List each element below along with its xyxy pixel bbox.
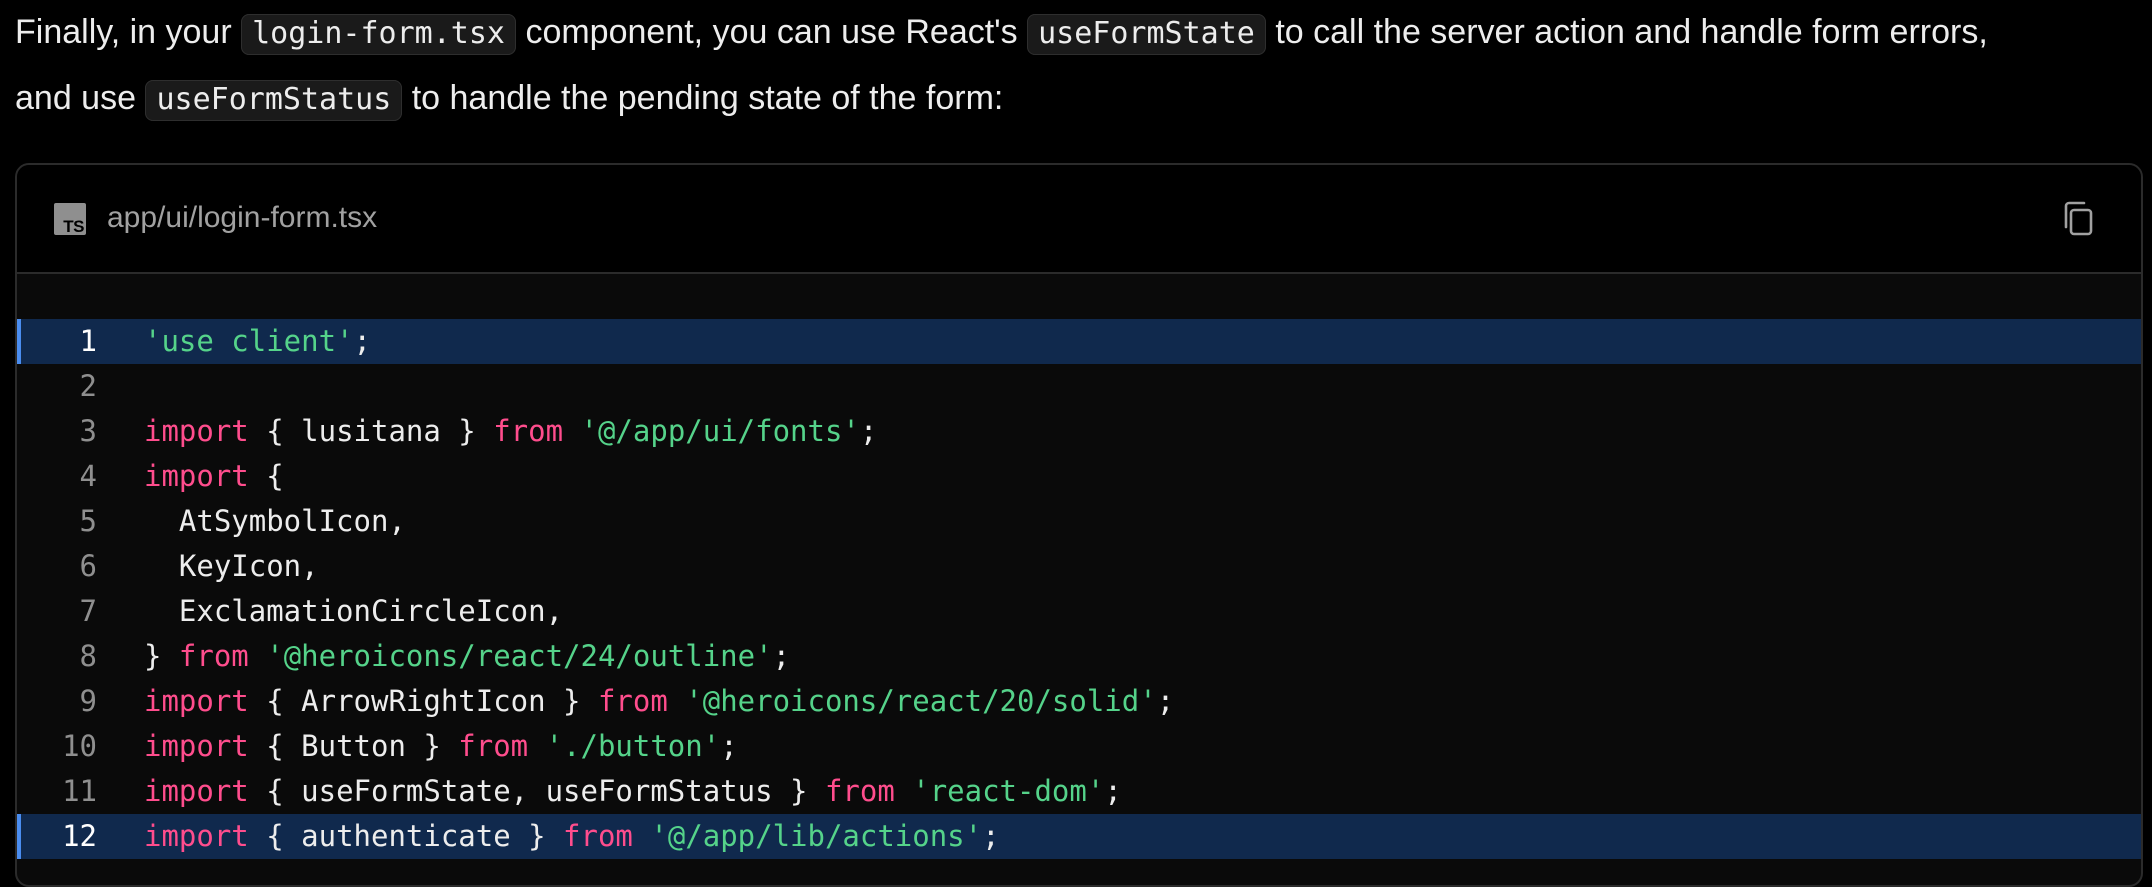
line-number: 10 [62, 729, 97, 763]
line-number: 11 [62, 774, 97, 808]
code-line: 4 import { [17, 454, 2141, 499]
code-text: { authenticate } [248, 819, 564, 853]
code-line: 2 [17, 364, 2141, 409]
code-line: 3 import { lusitana } from '@/app/ui/font… [17, 409, 2141, 454]
code-string: '@/app/lib/actions' [650, 819, 983, 853]
code-keyword: from [563, 819, 633, 853]
code-line: 5 AtSymbolIcon, [17, 499, 2141, 544]
line-source: AtSymbolIcon, [144, 499, 406, 544]
code-keyword: from [178, 639, 249, 673]
line-number: 5 [79, 504, 97, 538]
line-number: 8 [79, 639, 97, 673]
prose-text: Finally, in your [15, 13, 242, 51]
code-text: { lusitana } [248, 414, 494, 448]
code-text: { useFormState, useFormStatus } [248, 774, 825, 808]
prose-paragraph: Finally, in your login-form.tsx componen… [15, 0, 2140, 132]
code-string: 'use client' [144, 324, 354, 358]
line-source: import { Button } from './button'; [144, 724, 738, 769]
code-keyword: from [824, 774, 895, 808]
code-block-header: TS app/ui/login-form.tsx [17, 165, 2141, 274]
code-line-highlighted: 12 import { authenticate } from '@/app/li… [17, 814, 2141, 859]
line-number: 1 [79, 324, 97, 358]
copy-code-button[interactable] [2059, 199, 2099, 239]
line-source: } from '@heroicons/react/24/outline'; [144, 634, 790, 679]
code-text: { ArrowRightIcon } [248, 684, 598, 718]
line-source: import { useFormState, useFormStatus } f… [144, 769, 1122, 814]
prose-text: to call the server action and handle for… [1265, 13, 1988, 51]
line-number: 2 [79, 369, 97, 403]
prose-line-1: Finally, in your login-form.tsx componen… [15, 0, 2140, 66]
code-keyword: from [597, 684, 668, 718]
code-keyword: import [144, 684, 249, 718]
typescript-badge-label: TS [63, 217, 84, 236]
code-text: ; [720, 729, 738, 763]
line-source: import { [144, 454, 284, 499]
line-source: 'use client'; [144, 319, 371, 364]
typescript-file-icon: TS [54, 203, 86, 235]
inline-code: useFormState [1027, 14, 1266, 55]
line-number: 12 [62, 819, 97, 853]
code-text: ; [982, 819, 1000, 853]
code-filename: app/ui/login-form.tsx [107, 201, 378, 234]
code-text: ; [859, 414, 878, 448]
code-string: '@heroicons/react/24/outline' [266, 639, 773, 673]
code-string: 'react-dom' [912, 774, 1105, 808]
prose-line-2: and use useFormStatus to handle the pend… [15, 66, 2140, 132]
code-keyword: from [458, 729, 529, 763]
code-body: 1 'use client'; 2 3 import { lusitana } from… [17, 274, 2141, 859]
code-block: TS app/ui/login-form.tsx 1 'use client'; 2… [15, 163, 2143, 887]
code-string: './button' [545, 729, 721, 763]
code-text: { Button } [248, 729, 459, 763]
code-string: '@heroicons/react/20/solid' [685, 684, 1157, 718]
code-text: ; [1104, 774, 1122, 808]
inline-code: useFormStatus [145, 80, 403, 121]
inline-code: login-form.tsx [241, 14, 516, 55]
line-source: ExclamationCircleIcon, [144, 589, 563, 634]
code-string: '@/app/ui/fonts' [580, 414, 860, 448]
line-number: 3 [79, 414, 97, 448]
code-line-highlighted: 1 'use client'; [17, 319, 2141, 364]
code-line: 9 import { ArrowRightIcon } from '@heroic… [17, 679, 2141, 724]
code-line: 8} from '@heroicons/react/24/outline'; [17, 634, 2141, 679]
prose-text: and use [15, 79, 146, 117]
code-keyword: import [144, 774, 249, 808]
line-number: 7 [79, 594, 97, 628]
code-text: ; [1156, 684, 1175, 718]
prose-text: component, you can use React's [516, 13, 1028, 51]
code-keyword: from [493, 414, 564, 448]
line-source: import { ArrowRightIcon } from '@heroico… [144, 679, 1174, 724]
code-text: { [248, 459, 284, 493]
code-text: ExclamationCircleIcon, [144, 594, 564, 628]
code-text: ; [772, 639, 791, 673]
code-keyword: import [144, 819, 249, 853]
prose-text: to handle the pending state of the form: [402, 79, 1004, 117]
code-text: AtSymbolIcon, [144, 504, 406, 538]
code-text: KeyIcon, [144, 549, 319, 583]
code-keyword: import [144, 414, 249, 448]
code-keyword: import [144, 729, 249, 763]
line-number: 4 [79, 459, 97, 493]
code-keyword: import [144, 459, 249, 493]
copy-icon [2064, 201, 2093, 236]
line-number: 6 [79, 549, 97, 583]
line-source: import { authenticate } from '@/app/lib/… [144, 814, 1000, 859]
code-text: } [144, 639, 179, 673]
line-source: KeyIcon, [144, 544, 319, 589]
code-line: 7 ExclamationCircleIcon, [17, 589, 2141, 634]
code-line: 6 KeyIcon, [17, 544, 2141, 589]
code-line: 10 import { Button } from './button'; [17, 724, 2141, 769]
line-source: import { lusitana } from '@/app/ui/fonts… [144, 409, 877, 454]
code-text: ; [353, 324, 371, 358]
code-line: 11 import { useFormState, useFormStatus }… [17, 769, 2141, 814]
line-number: 9 [79, 684, 97, 718]
